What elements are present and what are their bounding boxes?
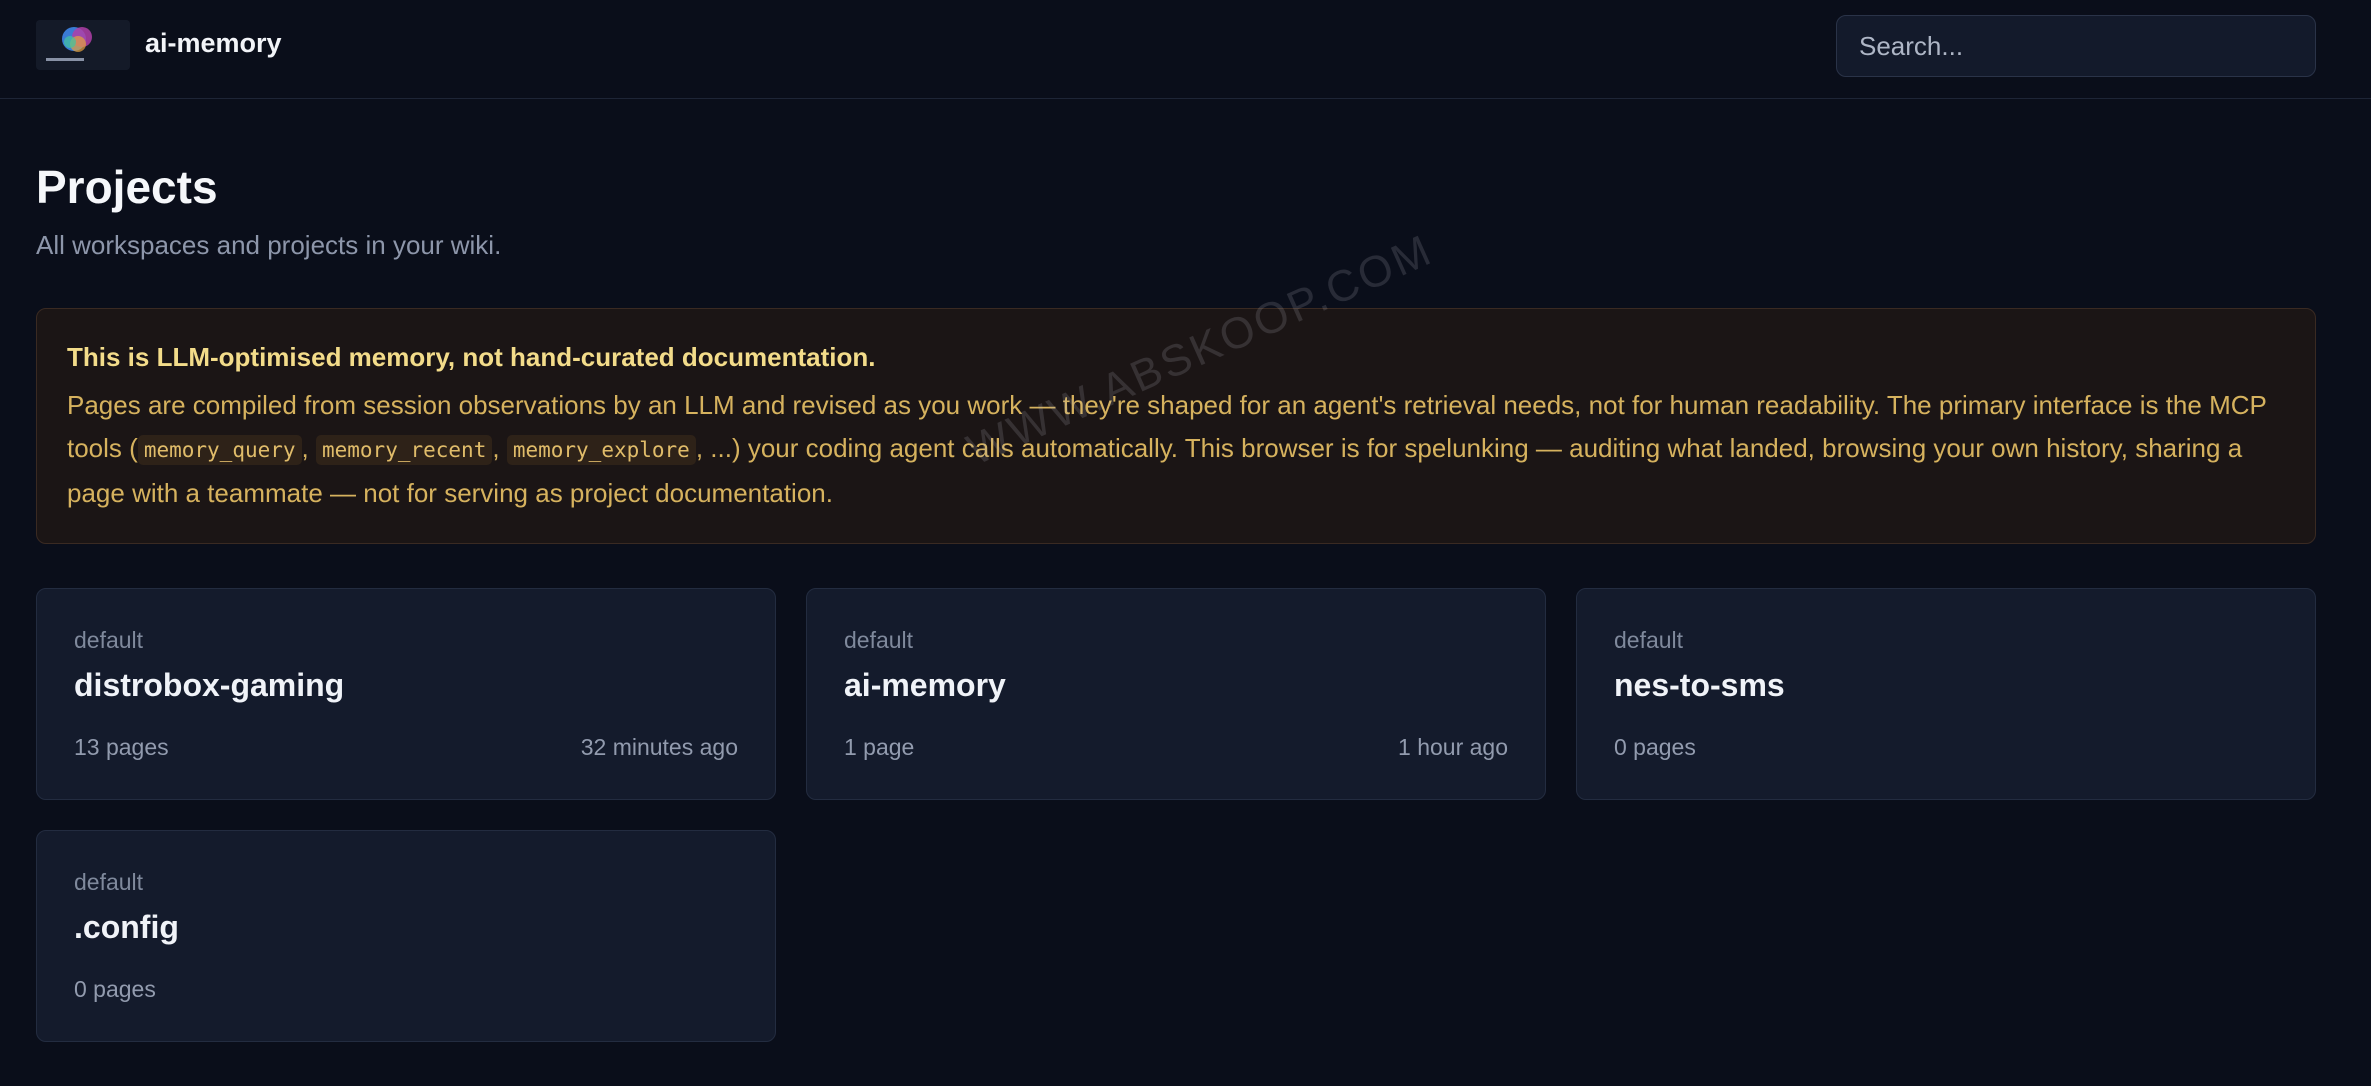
project-card-ai-memory[interactable]: default ai-memory 1 page 1 hour ago bbox=[806, 588, 1546, 800]
tool-memory-explore: memory_explore bbox=[506, 435, 696, 465]
project-page-count: 0 pages bbox=[74, 976, 156, 1002]
search-input[interactable] bbox=[1836, 15, 2316, 77]
llm-memory-notice: This is LLM-optimised memory, not hand-c… bbox=[36, 308, 2316, 544]
project-updated: 1 hour ago bbox=[1398, 734, 1508, 760]
project-workspace: default bbox=[74, 627, 144, 653]
project-page-count: 0 pages bbox=[1614, 734, 1696, 760]
project-page-count: 13 pages bbox=[74, 734, 169, 760]
project-name: distrobox-gaming bbox=[74, 667, 345, 703]
notice-body: Pages are compiled from session observat… bbox=[67, 384, 2285, 515]
notice-separator: , bbox=[492, 433, 507, 463]
notice-separator: , bbox=[301, 433, 316, 463]
project-card-distrobox-gaming[interactable]: default distrobox-gaming 13 pages 32 min… bbox=[36, 588, 776, 800]
project-workspace: default bbox=[1614, 627, 1684, 653]
page-subtitle: All workspaces and projects in your wiki… bbox=[36, 230, 502, 260]
project-workspace: default bbox=[74, 869, 144, 895]
project-card-config[interactable]: default .config 0 pages bbox=[36, 830, 776, 1042]
project-name: nes-to-sms bbox=[1614, 667, 1785, 703]
project-page-count: 1 page bbox=[844, 734, 915, 760]
project-name: ai-memory bbox=[844, 667, 1006, 703]
project-workspace: default bbox=[844, 627, 914, 653]
tool-memory-query: memory_query bbox=[137, 435, 302, 465]
notice-title: This is LLM-optimised memory, not hand-c… bbox=[67, 342, 876, 372]
project-updated: 32 minutes ago bbox=[580, 734, 738, 760]
project-card-nes-to-sms[interactable]: default nes-to-sms 0 pages bbox=[1576, 588, 2316, 800]
logo-image[interactable] bbox=[36, 20, 130, 70]
top-bar: ai-memory bbox=[0, 0, 2371, 99]
project-name: .config bbox=[74, 909, 179, 945]
tool-memory-recent: memory_recent bbox=[315, 435, 493, 465]
page-title: Projects bbox=[36, 161, 218, 213]
app-title[interactable]: ai-memory bbox=[145, 28, 282, 59]
